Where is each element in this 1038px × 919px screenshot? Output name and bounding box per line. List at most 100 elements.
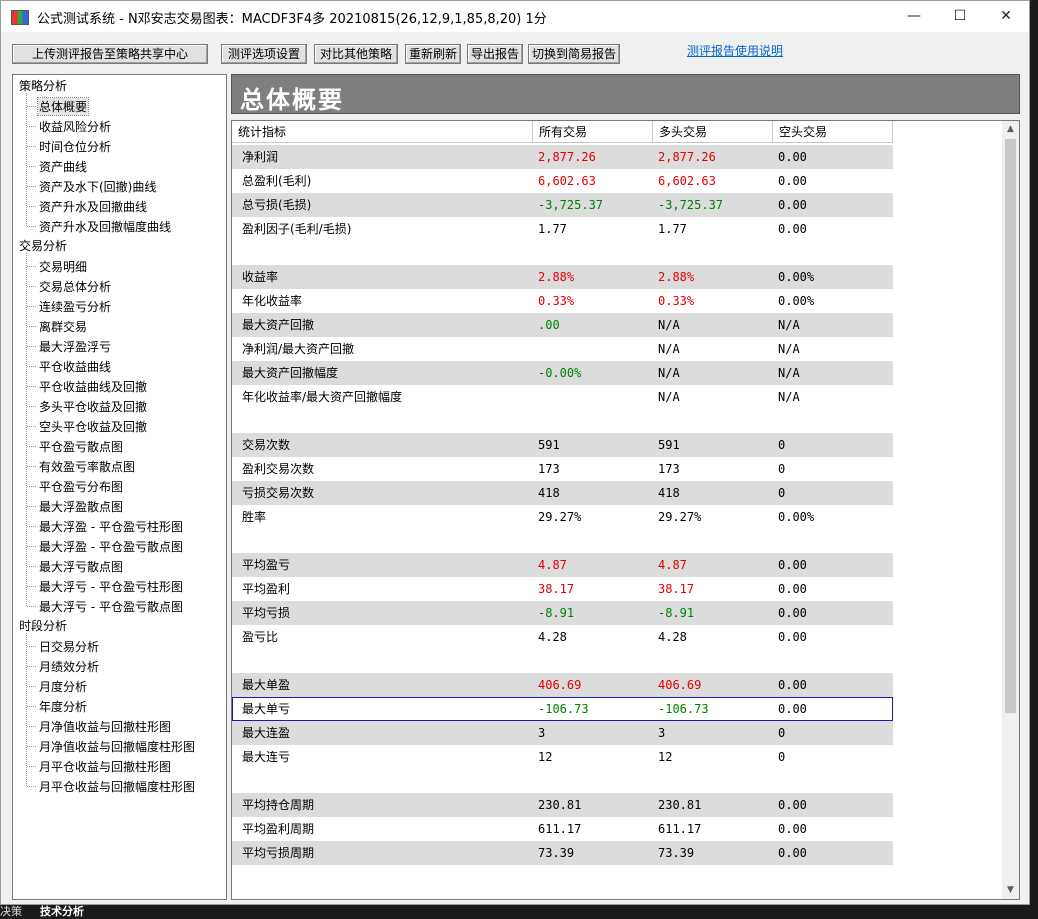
table-row[interactable]: 年化收益率 0.33% 0.33% 0.00% [232,289,893,313]
tree-item[interactable]: 最大浮亏 - 平仓盈亏柱形图 [38,578,184,595]
analysis-tree[interactable]: 策略分析总体概要收益风险分析 时间仓位分析 资产曲线资产及水下(回撤)曲线 资产升水及… [12,74,227,900]
tree-item[interactable]: 日交易分析 [38,638,100,655]
table-cell-label: 盈亏比 [242,630,279,644]
simple-report-button[interactable]: 切换到简易报告 [528,44,620,64]
table-row[interactable]: 平均持仓周期 230.81 230.81 0.00 [232,793,893,817]
tree-connector [27,546,36,547]
stats-grid[interactable]: 统计指标 所有交易 多头交易 空头交易 ▲ ▼ 净利润 2,877.26 2,877… [231,120,1020,900]
table-row[interactable]: 平均盈利 38.17 38.17 0.00 [232,577,893,601]
close-button[interactable]: ✕ [983,1,1029,32]
table-row[interactable]: 平均亏损周期 73.39 73.39 0.00 [232,841,893,865]
tree-item[interactable]: 连续盈亏分析 [38,298,112,315]
tree-item[interactable]: 月净值收益与回撤幅度柱形图 [38,738,196,755]
column-header-all[interactable]: 所有交易 [533,121,653,143]
table-row[interactable]: 最大连盈 3 3 0 [232,721,893,745]
tree-item[interactable]: 月绩效分析 [38,658,100,675]
column-header-long[interactable]: 多头交易 [653,121,773,143]
table-row[interactable]: 最大资产回撤幅度 -0.00% N/A N/A [232,361,893,385]
tree-item[interactable]: 最大浮盈散点图 [38,498,124,515]
table-row[interactable]: 交易次数 591 591 0 [232,433,893,457]
tree-item[interactable]: 离群交易 [38,318,88,335]
table-row[interactable]: 平均盈亏 4.87 4.87 0.00 [232,553,893,577]
compare-strategy-button[interactable]: 对比其他策略 [314,44,398,64]
table-row[interactable]: 亏损交易次数 418 418 0 [232,481,893,505]
tree-item[interactable]: 最大浮亏散点图 [38,558,124,575]
vertical-scrollbar[interactable]: ▲ ▼ [1002,121,1019,899]
tree-item[interactable]: 收益风险分析 [38,118,112,135]
table-row[interactable]: 最大资产回撤 .00 N/A N/A [232,313,893,337]
table-row[interactable] [232,649,893,673]
scroll-up-arrow-icon[interactable]: ▲ [1002,121,1019,138]
table-row[interactable]: 最大连亏 12 12 0 [232,745,893,769]
column-header-metric[interactable]: 统计指标 [232,121,533,143]
tree-item[interactable]: 最大浮盈浮亏 [38,338,112,355]
tree-connector [27,206,36,207]
refresh-button[interactable]: 重新刷新 [405,44,461,64]
export-report-button[interactable]: 导出报告 [467,44,523,64]
chart-app-icon [11,10,29,25]
help-link[interactable]: 测评报告使用说明 [687,42,783,59]
table-row[interactable] [232,241,893,265]
tree-group[interactable]: 交易分析 [19,237,67,254]
table-row[interactable]: 盈利交易次数 173 173 0 [232,457,893,481]
table-row[interactable]: 平均亏损 -8.91 -8.91 0.00 [232,601,893,625]
table-row[interactable]: 胜率 29.27% 29.27% 0.00% [232,505,893,529]
tree-connector [27,446,36,447]
upload-report-button[interactable]: 上传测评报告至策略共享中心 [12,44,208,64]
table-row[interactable]: 最大单亏 -106.73 -106.73 0.00 [232,697,893,721]
tree-item[interactable]: 平仓收益曲线 [38,358,112,375]
table-cell-long: 1.77 [658,222,687,236]
table-cell-short: 0.00% [778,510,815,524]
table-row[interactable] [232,409,893,433]
table-row[interactable]: 总亏损(毛损) -3,725.37 -3,725.37 0.00 [232,193,893,217]
tree-item[interactable]: 时间仓位分析 [38,138,112,155]
tree-item[interactable]: 平仓盈亏散点图 [38,438,124,455]
tree-item[interactable]: 月平仓收益与回撤柱形图 [38,758,172,775]
tree-group[interactable]: 策略分析 [19,77,67,94]
test-options-button[interactable]: 测评选项设置 [221,44,307,64]
table-row[interactable]: 盈亏比 4.28 4.28 0.00 [232,625,893,649]
tree-item[interactable]: 平仓收益曲线及回撤 [38,378,148,395]
tree-item[interactable]: 交易总体分析 [38,278,112,295]
title-bar[interactable]: 公式测试系统 - N邓安志交易图表：MACDF3F4多 20210815(26,… [1,1,1029,32]
table-row[interactable]: 净利润/最大资产回撤 N/A N/A [232,337,893,361]
table-row[interactable]: 净利润 2,877.26 2,877.26 0.00 [232,145,893,169]
scroll-down-arrow-icon[interactable]: ▼ [1002,882,1019,899]
maximize-button[interactable]: ☐ [937,1,983,32]
tree-item[interactable]: 有效盈亏率散点图 [38,458,136,475]
table-row[interactable]: 年化收益率/最大资产回撤幅度 N/A N/A [232,385,893,409]
tree-item[interactable]: 月净值收益与回撤柱形图 [38,718,172,735]
table-row[interactable]: 最大单盈 406.69 406.69 0.00 [232,673,893,697]
column-header-short[interactable]: 空头交易 [773,121,893,143]
table-row[interactable]: 总盈利(毛利) 6,602.63 6,602.63 0.00 [232,169,893,193]
tree-item[interactable]: 资产及水下(回撤)曲线 [38,178,157,195]
table-cell-short: 0.00 [778,798,807,812]
tree-item[interactable]: 月平仓收益与回撤幅度柱形图 [38,778,196,795]
tree-item[interactable]: 月度分析 [38,678,88,695]
tree-item[interactable]: 最大浮盈 - 平仓盈亏柱形图 [38,518,184,535]
tree-item[interactable]: 平仓盈亏分布图 [38,478,124,495]
tree-item[interactable]: 交易明细 [38,258,88,275]
tree-item[interactable]: 资产升水及回撤曲线 [38,198,148,215]
table-row[interactable]: 平均盈利周期 611.17 611.17 0.00 [232,817,893,841]
tree-item[interactable]: 资产升水及回撤幅度曲线 [38,218,172,235]
table-row[interactable] [232,529,893,553]
table-cell-label: 亏损交易次数 [242,486,315,500]
scroll-thumb[interactable] [1005,139,1016,713]
tree-connector [26,93,27,226]
tree-item[interactable]: 空头平仓收益及回撤 [38,418,148,435]
table-row[interactable]: 收益率 2.88% 2.88% 0.00% [232,265,893,289]
table-cell-short: 0.00 [778,558,807,572]
tree-item[interactable]: 最大浮亏 - 平仓盈亏散点图 [38,598,184,615]
table-row[interactable]: 盈利因子(毛利/毛损) 1.77 1.77 0.00 [232,217,893,241]
table-cell-short: 0.00 [778,822,807,836]
table-row[interactable] [232,769,893,793]
tree-group[interactable]: 时段分析 [19,617,67,634]
tree-item[interactable]: 多头平仓收益及回撤 [38,398,148,415]
tree-connector [27,486,36,487]
tree-item[interactable]: 总体概要 [36,97,90,116]
minimize-button[interactable]: — [891,1,937,32]
tree-item[interactable]: 资产曲线 [38,158,88,175]
tree-item[interactable]: 年度分析 [38,698,88,715]
tree-item[interactable]: 最大浮盈 - 平仓盈亏散点图 [38,538,184,555]
